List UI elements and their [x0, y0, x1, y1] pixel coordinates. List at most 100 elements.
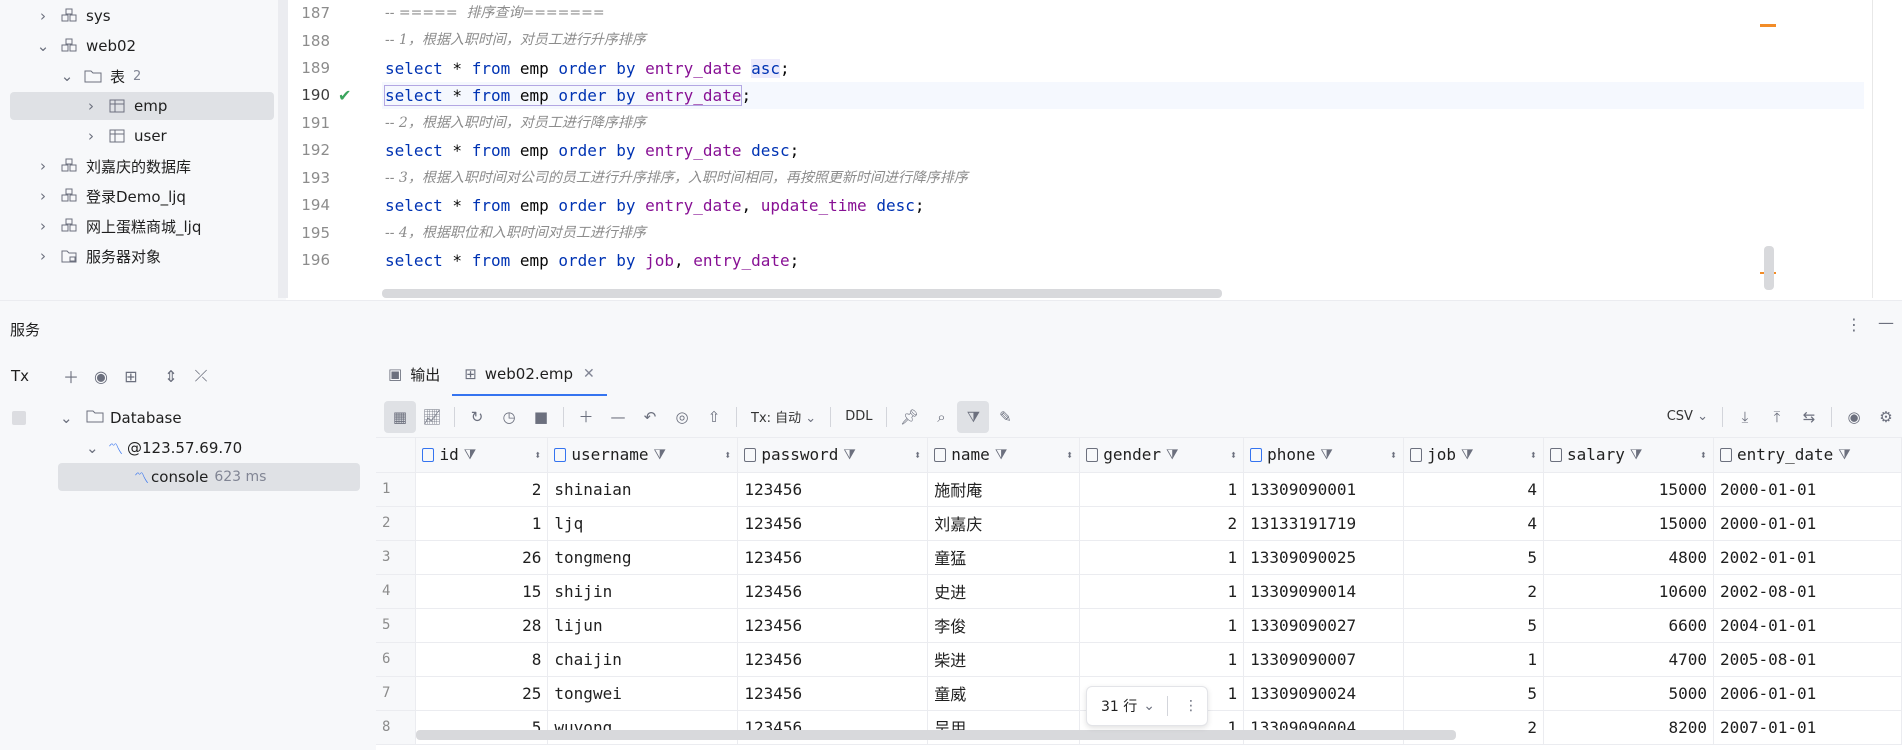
tab-web02-emp[interactable]: ⊞ web02.emp ✕	[452, 352, 607, 396]
column-header-gender[interactable]: gender ⧩ ⬍	[1079, 438, 1245, 473]
chevron-right-icon[interactable]: ›	[36, 187, 50, 205]
cell-name[interactable]: 柴进	[927, 642, 1081, 677]
cell-id[interactable]: 1	[415, 506, 549, 541]
column-header-name[interactable]: name ⧩ ⬍	[927, 438, 1081, 473]
tree-item-tables[interactable]: ⌄ 表 2	[60, 62, 142, 90]
tree-item-host[interactable]: ⌄ 〽 @123.57.69.70	[86, 434, 242, 462]
chevron-down-icon[interactable]: ⌄	[86, 439, 104, 457]
row-number[interactable]: 1	[376, 472, 417, 507]
cell-entry-date[interactable]: 2004-01-01	[1713, 608, 1902, 643]
cell-username[interactable]: shijin	[547, 574, 739, 609]
cell-salary[interactable]: 4800	[1543, 540, 1714, 575]
expand-all-icon[interactable]: ⇕	[156, 361, 186, 391]
add-row-icon[interactable]: ＋	[570, 401, 602, 433]
cell-salary[interactable]: 4700	[1543, 642, 1714, 677]
column-header-password[interactable]: password ⧩ ⬍	[737, 438, 929, 473]
cell-username[interactable]: tongmeng	[547, 540, 739, 575]
cell-phone[interactable]: 13309090007	[1243, 642, 1405, 677]
chevron-right-icon[interactable]: ›	[36, 157, 50, 175]
sort-icon[interactable]: ⬍	[1530, 448, 1537, 462]
table-row[interactable]: 4 15 shijin 123456 史进 1 13309090014 2 10600 2002-…	[376, 574, 1902, 609]
tree-item-console[interactable]: 〽 console 623 ms	[58, 463, 360, 491]
cell-name[interactable]: 李俊	[927, 608, 1081, 643]
cell-username[interactable]: tongwei	[547, 676, 739, 711]
table-row[interactable]: 3 26 tongmeng 123456 童猛 1 13309090025 5 4800 2002…	[376, 540, 1902, 575]
chevron-down-icon[interactable]: ⌄	[36, 37, 50, 55]
cell-password[interactable]: 123456	[737, 676, 929, 711]
cell-job[interactable]: 4	[1403, 506, 1545, 541]
tree-item-db-ljq[interactable]: › 刘嘉庆的数据库	[36, 152, 191, 180]
cell-job[interactable]: 5	[1403, 540, 1545, 575]
chevron-right-icon[interactable]: ›	[36, 217, 50, 235]
tree-item-cake-shop[interactable]: › 网上蛋糕商城_ljq	[36, 212, 201, 240]
column-header-salary[interactable]: salary ⧩ ⬍	[1543, 438, 1714, 473]
more-options-icon[interactable]: ⋮	[1846, 315, 1862, 334]
row-number[interactable]: 6	[376, 642, 417, 677]
grid-horizontal-scrollbar[interactable]	[416, 730, 1456, 740]
row-number[interactable]: 4	[376, 574, 417, 609]
cell-gender[interactable]: 2	[1079, 506, 1245, 541]
filter-icon[interactable]: ⧩	[1166, 447, 1179, 463]
cell-job[interactable]: 1	[1403, 642, 1545, 677]
tx-mode-select[interactable]: Tx: 自动 ⌄	[743, 407, 824, 426]
delete-row-icon[interactable]: —	[602, 401, 634, 433]
tree-item-sys[interactable]: › sys	[36, 2, 111, 30]
cell-password[interactable]: 123456	[737, 574, 929, 609]
cell-job[interactable]: 2	[1403, 574, 1545, 609]
cell-phone[interactable]: 13309090024	[1243, 676, 1405, 711]
export-format-select[interactable]: CSV ⌄	[1659, 409, 1716, 424]
settings-gear-icon[interactable]: ⚙	[1870, 401, 1902, 433]
chevron-right-icon[interactable]: ›	[84, 127, 98, 145]
highlight-icon[interactable]: ✎	[989, 401, 1021, 433]
cell-entry-date[interactable]: 2007-01-01	[1713, 710, 1902, 745]
cell-id[interactable]: 8	[415, 642, 549, 677]
column-header-id[interactable]: id ⧩ ⬍	[415, 438, 549, 473]
filter-icon[interactable]: ⧩	[995, 447, 1008, 463]
row-number[interactable]: 3	[376, 540, 417, 575]
cell-id[interactable]: 28	[415, 608, 549, 643]
pin-icon[interactable]: 📌︎	[893, 401, 925, 433]
preview-changes-icon[interactable]: ◎	[666, 401, 698, 433]
table-row[interactable]: 1 2 shinaian 123456 施耐庵 1 13309090001 4 15000 200…	[376, 472, 1902, 507]
cell-gender[interactable]: 1	[1079, 472, 1245, 507]
tree-item-server-objects[interactable]: › 服务器对象	[36, 242, 161, 270]
new-group-icon[interactable]: ⊞	[116, 361, 146, 391]
sort-icon[interactable]: ⬍	[1390, 448, 1397, 462]
row-number[interactable]: 5	[376, 608, 417, 643]
view-icon[interactable]: ◉	[1838, 401, 1870, 433]
cell-phone[interactable]: 13309090014	[1243, 574, 1405, 609]
cell-gender[interactable]: 1	[1079, 574, 1245, 609]
more-options-icon[interactable]: ⋮	[1184, 698, 1198, 714]
chevron-down-icon[interactable]: ⌄	[60, 409, 78, 427]
cell-username[interactable]: lijun	[547, 608, 739, 643]
error-stripe-marker[interactable]	[1760, 24, 1776, 27]
undo-icon[interactable]: ↶	[634, 401, 666, 433]
cell-password[interactable]: 123456	[737, 608, 929, 643]
cell-phone[interactable]: 13309090027	[1243, 608, 1405, 643]
column-header-phone[interactable]: phone ⧩ ⬍	[1243, 438, 1405, 473]
search-icon[interactable]: ⌕	[925, 401, 957, 433]
cell-name[interactable]: 刘嘉庆	[927, 506, 1081, 541]
sort-icon[interactable]: ⬍	[724, 448, 731, 462]
column-header-job[interactable]: job ⧩ ⬍	[1403, 438, 1545, 473]
upload-icon[interactable]: ⤒	[1761, 401, 1793, 433]
tab-output[interactable]: ▣ 输出	[376, 352, 452, 396]
cell-username[interactable]: chaijin	[547, 642, 739, 677]
cell-job[interactable]: 4	[1403, 472, 1545, 507]
collapse-all-icon[interactable]: ⤫	[186, 361, 216, 391]
cell-password[interactable]: 123456	[737, 472, 929, 507]
compare-icon[interactable]: ⇆	[1793, 401, 1825, 433]
filter-icon[interactable]: ⧩	[653, 447, 666, 463]
sort-icon[interactable]: ⬍	[1230, 448, 1237, 462]
ddl-button[interactable]: DDL	[837, 409, 880, 424]
cell-job[interactable]: 5	[1403, 676, 1545, 711]
add-icon[interactable]: ＋	[56, 361, 86, 391]
tree-item-web02[interactable]: ⌄ web02	[36, 32, 136, 60]
cell-phone[interactable]: 13133191719	[1243, 506, 1405, 541]
submit-icon[interactable]: ⇧	[698, 401, 730, 433]
filter-icon[interactable]: ⧩	[1630, 447, 1643, 463]
eye-icon[interactable]: ◉	[86, 361, 116, 391]
chevron-right-icon[interactable]: ›	[84, 97, 98, 115]
column-header-username[interactable]: username ⧩ ⬍	[547, 438, 739, 473]
history-icon[interactable]: ◷	[493, 401, 525, 433]
